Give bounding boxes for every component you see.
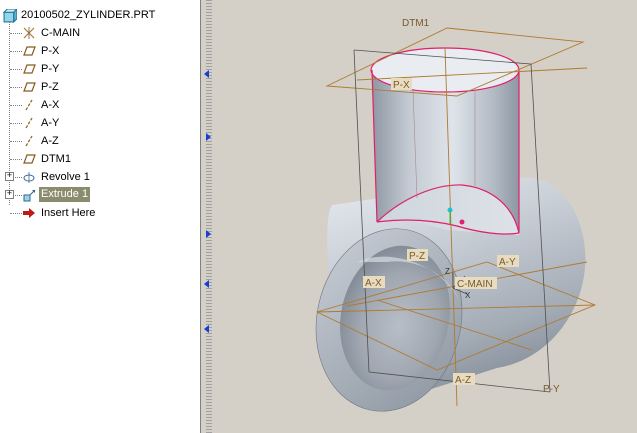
collapse-left-arrow-icon[interactable] bbox=[204, 280, 209, 288]
tree-connector bbox=[10, 213, 22, 214]
tree-item-label: DTM1 bbox=[41, 153, 71, 165]
datum-axis-icon bbox=[22, 116, 36, 130]
label-az: A-Z bbox=[455, 375, 471, 386]
expand-right-arrow-icon[interactable] bbox=[206, 230, 211, 238]
expand-toggle[interactable]: + bbox=[5, 190, 14, 199]
datum-plane-icon bbox=[22, 44, 36, 58]
model-graphics: DTM1 P-X P-Z A-Y A-X C-MAIN A-Z P-Y Z X bbox=[315, 18, 597, 412]
part-icon bbox=[3, 9, 17, 23]
graphics-viewport[interactable]: DTM1 P-X P-Z A-Y A-X C-MAIN A-Z P-Y Z X bbox=[217, 0, 637, 433]
tree-item-label: Revolve 1 bbox=[41, 171, 90, 183]
tree-connector bbox=[10, 123, 22, 124]
datum-plane-icon bbox=[22, 62, 36, 76]
tree-connector bbox=[10, 105, 22, 106]
datum-axis-icon bbox=[22, 134, 36, 148]
model-tree: 20100502_ZYLINDER.PRT C-MAIN P-X P-Y P-Z A-X… bbox=[0, 0, 201, 433]
tree-item-label: P-X bbox=[41, 45, 60, 57]
tree-connector bbox=[10, 69, 22, 70]
tree-item-label: P-Y bbox=[41, 63, 60, 75]
label-ax: A-X bbox=[365, 278, 382, 289]
selection-point[interactable] bbox=[459, 219, 465, 225]
expand-right-arrow-icon[interactable] bbox=[206, 133, 211, 141]
tree-item-label: A-Z bbox=[41, 135, 59, 147]
insert-arrow-icon bbox=[22, 206, 36, 220]
revolve-icon bbox=[22, 170, 36, 184]
csys-icon bbox=[22, 26, 36, 40]
tree-connector bbox=[10, 51, 22, 52]
extrude-icon bbox=[22, 188, 36, 202]
tree-item-label: Insert Here bbox=[41, 207, 96, 219]
tree-connector bbox=[10, 87, 22, 88]
tree-item-label: A-X bbox=[41, 99, 60, 111]
tree-item-label: Extrude 1 bbox=[39, 187, 91, 202]
datum-plane-icon bbox=[22, 152, 36, 166]
tree-item-label: P-Z bbox=[41, 81, 59, 93]
csys-z-label: Z bbox=[445, 267, 450, 276]
label-px: P-X bbox=[393, 80, 410, 91]
label-dtm1: DTM1 bbox=[402, 18, 430, 29]
tree-item-label: A-Y bbox=[41, 117, 60, 129]
label-cmain: C-MAIN bbox=[457, 279, 493, 290]
splitter-grip[interactable] bbox=[206, 0, 212, 433]
tree-connector bbox=[10, 159, 22, 160]
tree-connector bbox=[10, 33, 22, 34]
label-ay: A-Y bbox=[499, 257, 516, 268]
tree-item-label: C-MAIN bbox=[41, 27, 81, 39]
datum-plane-icon bbox=[22, 80, 36, 94]
datum-axis-icon bbox=[22, 98, 36, 112]
collapse-left-arrow-icon[interactable] bbox=[204, 325, 209, 333]
tree-connector bbox=[10, 141, 22, 142]
tree-root-label: 20100502_ZYLINDER.PRT bbox=[21, 9, 156, 21]
pane-splitter[interactable] bbox=[201, 0, 217, 433]
label-py: P-Y bbox=[543, 384, 560, 395]
csys-x-label: X bbox=[465, 291, 471, 300]
collapse-left-arrow-icon[interactable] bbox=[204, 70, 209, 78]
label-pz: P-Z bbox=[409, 251, 425, 262]
expand-toggle[interactable]: + bbox=[5, 172, 14, 181]
